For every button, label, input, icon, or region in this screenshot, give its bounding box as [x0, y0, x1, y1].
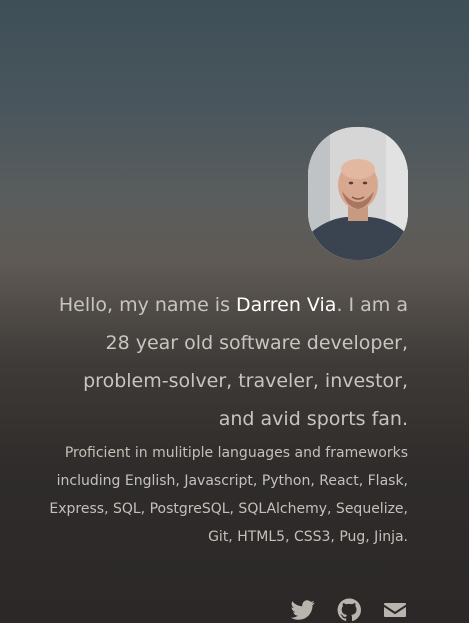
skills-text: Proficient in mulitiple languages and fr… [49, 445, 408, 545]
hero-section: Hello, my name is Darren Via. I am a 28 … [0, 0, 469, 623]
twitter-link[interactable] [290, 597, 316, 623]
avatar [308, 127, 408, 260]
email-icon [384, 603, 406, 617]
avatar-photo [308, 127, 408, 260]
intro-before: Hello, my name is [58, 294, 237, 316]
intro-text: Hello, my name is Darren Via. I am a 28 … [48, 286, 408, 438]
github-link[interactable] [336, 597, 362, 623]
author-name: Darren Via [236, 294, 337, 316]
email-link[interactable] [382, 597, 408, 623]
twitter-icon [291, 600, 315, 620]
social-links [290, 597, 408, 623]
github-icon [337, 598, 361, 622]
